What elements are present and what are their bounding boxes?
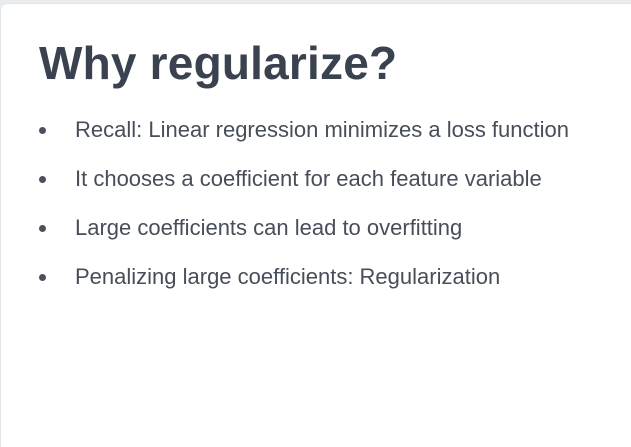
bullet-text: Penalizing large coefficients: Regulariz…	[75, 264, 501, 289]
slide: Why regularize? Recall: Linear regressio…	[1, 4, 631, 447]
bullet-dot-icon	[39, 176, 46, 183]
bullet-dot-icon	[39, 127, 46, 134]
bullet-text: Large coefficients can lead to overfitti…	[75, 215, 463, 240]
bullet-text: Recall: Linear regression minimizes a lo…	[75, 117, 569, 142]
bullet-dot-icon	[39, 274, 46, 281]
bullet-dot-icon	[39, 225, 46, 232]
bullet-text: It chooses a coefficient for each featur…	[75, 166, 542, 191]
slide-title: Why regularize?	[39, 37, 398, 89]
